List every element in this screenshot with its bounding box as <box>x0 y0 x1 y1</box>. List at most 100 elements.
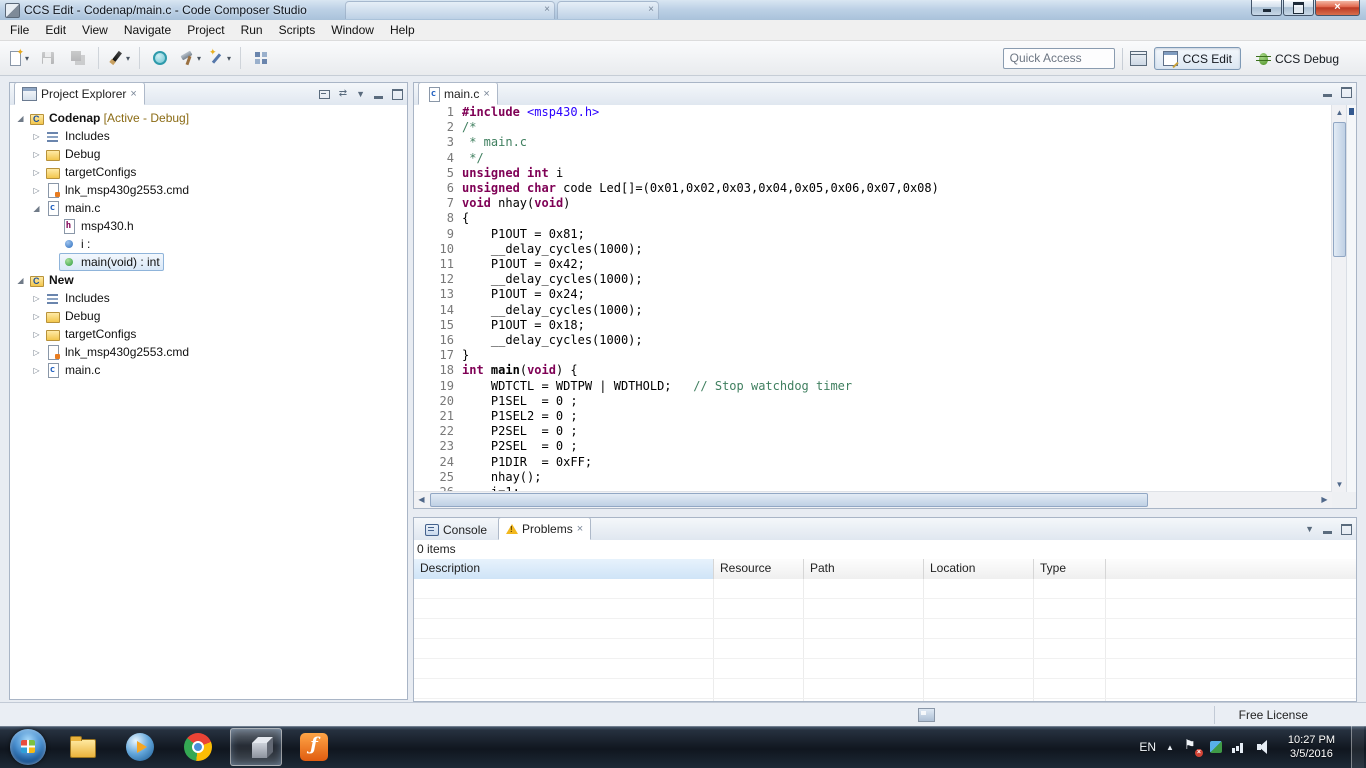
tree-item-targetconfigs[interactable]: ▷targetConfigs <box>10 325 407 343</box>
window-close-button[interactable]: × <box>1315 0 1360 16</box>
maximize-editor-icon[interactable] <box>1341 87 1352 98</box>
scroll-up-icon[interactable]: ▲ <box>1332 105 1347 120</box>
editor-horizontal-scrollbar[interactable]: ◀ ▶ <box>414 491 1332 508</box>
scroll-right-icon[interactable]: ▶ <box>1317 492 1332 507</box>
column-location[interactable]: Location <box>924 559 1034 579</box>
tray-action-center-icon[interactable] <box>1184 739 1200 755</box>
menu-window[interactable]: Window <box>323 20 382 41</box>
perspective-ccs-edit-button[interactable]: CCS Edit <box>1154 47 1241 70</box>
minimize-view-icon[interactable] <box>374 96 383 99</box>
tab-main-c[interactable]: main.c × <box>418 82 498 105</box>
tab-console[interactable]: Console <box>418 519 494 540</box>
ccs-app-icon[interactable] <box>5 3 20 18</box>
view-menu-icon[interactable]: ▼ <box>356 87 365 101</box>
tree-expanded-arrow-icon[interactable]: ◢ <box>30 204 43 213</box>
overview-ruler[interactable] <box>1346 105 1356 492</box>
save-button[interactable] <box>34 46 62 70</box>
tree-collapsed-arrow-icon[interactable]: ▷ <box>30 150 43 159</box>
flash-programmer-button[interactable]: ▾ <box>105 46 133 70</box>
tab-problems[interactable]: Problems × <box>498 517 591 540</box>
tree-item-msp430-h[interactable]: msp430.h <box>10 217 407 235</box>
tab-close-icon[interactable]: × <box>577 524 583 534</box>
minimize-editor-icon[interactable] <box>1323 94 1332 97</box>
tree-collapsed-arrow-icon[interactable]: ▷ <box>30 348 43 357</box>
menu-edit[interactable]: Edit <box>37 20 74 41</box>
quick-access-input[interactable]: Quick Access <box>1003 48 1115 69</box>
maximize-view-icon[interactable] <box>1341 524 1352 535</box>
tree-item-debug[interactable]: ▷Debug <box>10 307 407 325</box>
tree-item-includes[interactable]: ▷Includes <box>10 127 407 145</box>
menu-file[interactable]: File <box>2 20 37 41</box>
menu-run[interactable]: Run <box>233 20 271 41</box>
tree-item-codenap[interactable]: ◢Codenap [Active - Debug] <box>10 109 407 127</box>
tree-item-targetconfigs[interactable]: ▷targetConfigs <box>10 163 407 181</box>
view-menu-icon[interactable]: ▼ <box>1305 522 1314 536</box>
tree-item-main-c[interactable]: ▷main.c <box>10 361 407 379</box>
tree-collapsed-arrow-icon[interactable]: ▷ <box>30 312 43 321</box>
menu-project[interactable]: Project <box>179 20 232 41</box>
menu-view[interactable]: View <box>74 20 116 41</box>
column-type[interactable]: Type <box>1034 559 1106 579</box>
tree-item-main-c[interactable]: ◢main.c <box>10 199 407 217</box>
editor-vertical-scrollbar[interactable]: ▲ ▼ <box>1331 105 1347 492</box>
maximize-view-icon[interactable] <box>392 89 403 100</box>
tree-item-i[interactable]: i : <box>10 235 407 253</box>
tab-close-icon[interactable]: × <box>130 89 136 99</box>
build-button[interactable]: ▾ <box>176 46 204 70</box>
menu-help[interactable]: Help <box>382 20 423 41</box>
editor-content[interactable]: 1#include <msp430.h>2/*3 * main.c4 */5un… <box>414 105 1332 492</box>
tree-collapsed-arrow-icon[interactable]: ▷ <box>30 186 43 195</box>
open-perspective-icon[interactable] <box>1130 51 1147 66</box>
menu-scripts[interactable]: Scripts <box>271 20 324 41</box>
taskbar-media-player-button[interactable] <box>114 728 166 766</box>
column-path[interactable]: Path <box>804 559 924 579</box>
tree-collapsed-arrow-icon[interactable]: ▷ <box>30 330 43 339</box>
title-bar[interactable]: × × CCS Edit - Codenap/main.c - Code Com… <box>0 0 1366 21</box>
tab-project-explorer[interactable]: Project Explorer × <box>14 82 145 105</box>
window-minimize-button[interactable] <box>1251 0 1282 16</box>
tree-collapsed-arrow-icon[interactable]: ▷ <box>30 132 43 141</box>
perspective-ccs-debug-button[interactable]: CCS Debug <box>1248 48 1348 70</box>
vertical-scroll-thumb[interactable] <box>1333 122 1346 257</box>
tray-expand-icon[interactable]: ▲ <box>1166 743 1174 752</box>
tree-expanded-arrow-icon[interactable]: ◢ <box>14 276 27 285</box>
taskbar-explorer-button[interactable] <box>56 728 108 766</box>
tree-expanded-arrow-icon[interactable]: ◢ <box>14 114 27 123</box>
scroll-down-icon[interactable]: ▼ <box>1332 477 1347 492</box>
show-desktop-button[interactable] <box>1351 726 1364 768</box>
tree-item-lnk-msp430g2553-cmd[interactable]: ▷lnk_msp430g2553.cmd <box>10 343 407 361</box>
tray-network-icon[interactable] <box>1232 739 1248 755</box>
clock[interactable]: 10:27 PM 3/5/2016 <box>1282 733 1341 761</box>
window-maximize-button[interactable] <box>1283 0 1314 16</box>
tree-collapsed-arrow-icon[interactable]: ▷ <box>30 168 43 177</box>
debug-launch-button[interactable]: ▾ <box>206 46 234 70</box>
column-resource[interactable]: Resource <box>714 559 804 579</box>
taskbar-ccs-button[interactable] <box>230 728 282 766</box>
status-monitor-icon[interactable] <box>918 708 935 722</box>
start-button[interactable] <box>10 729 46 765</box>
link-with-editor-icon[interactable]: ⇄ <box>339 87 347 101</box>
new-target-configuration-button[interactable] <box>146 46 174 70</box>
horizontal-scroll-thumb[interactable] <box>430 493 1148 507</box>
tray-volume-icon[interactable] <box>1256 739 1272 755</box>
taskbar-foxit-button[interactable] <box>288 728 340 766</box>
column-description[interactable]: Description <box>414 559 714 579</box>
collapse-all-icon[interactable] <box>319 90 330 99</box>
scroll-left-icon[interactable]: ◀ <box>414 492 429 507</box>
tree-item-debug[interactable]: ▷Debug <box>10 145 407 163</box>
menu-navigate[interactable]: Navigate <box>116 20 179 41</box>
open-element-button[interactable] <box>247 46 275 70</box>
tab-close-icon[interactable]: × <box>483 89 489 99</box>
new-wizard-button[interactable]: ▾ <box>4 46 32 70</box>
tree-item-lnk-msp430g2553-cmd[interactable]: ▷lnk_msp430g2553.cmd <box>10 181 407 199</box>
minimize-view-icon[interactable] <box>1323 531 1332 534</box>
language-indicator[interactable]: EN <box>1139 740 1156 754</box>
tree-item-includes[interactable]: ▷Includes <box>10 289 407 307</box>
tree-collapsed-arrow-icon[interactable]: ▷ <box>30 294 43 303</box>
save-all-button[interactable] <box>64 46 92 70</box>
tree-collapsed-arrow-icon[interactable]: ▷ <box>30 366 43 375</box>
tree-item-new[interactable]: ◢New <box>10 271 407 289</box>
tray-update-icon[interactable] <box>1208 739 1224 755</box>
taskbar-chrome-button[interactable] <box>172 728 224 766</box>
tree-item-main-void-int[interactable]: main(void) : int <box>10 253 407 271</box>
